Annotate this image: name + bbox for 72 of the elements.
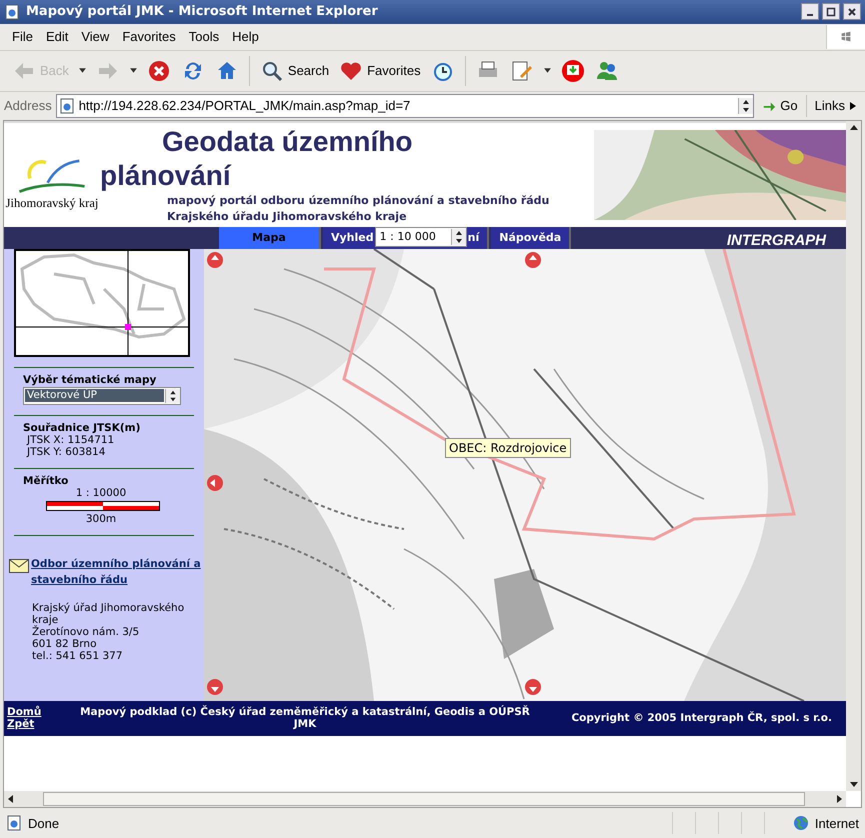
chevron-icon xyxy=(849,100,857,111)
department-link[interactable]: Odbor územního plánování a stavebního řádu xyxy=(31,556,202,588)
menu-item[interactable]: Edit xyxy=(46,29,68,44)
coordinate-x: JTSK X: 1154711 xyxy=(26,434,116,446)
nav-tab[interactable]: Vyhled 1 : 10 000 ní xyxy=(323,226,490,249)
scale-dropdown[interactable]: 1 : 10 000 xyxy=(374,226,467,247)
copyright-text: Copyright © 2005 Intergraph ČR, spol. s r.o. xyxy=(571,712,833,724)
pan-button[interactable] xyxy=(525,678,541,695)
stop-icon xyxy=(146,58,171,83)
pan-button[interactable] xyxy=(525,252,541,268)
overview-map[interactable] xyxy=(14,248,190,357)
left-arrow-icon[interactable] xyxy=(6,794,16,804)
maximize-icon xyxy=(826,6,836,17)
spinner-icon[interactable] xyxy=(165,388,180,403)
logo-text: Jihomoravský kraj xyxy=(6,196,98,211)
minimize-button[interactable] xyxy=(801,3,819,20)
page-icon xyxy=(6,815,22,832)
menu-item[interactable]: View xyxy=(81,29,110,44)
right-arrow-icon[interactable] xyxy=(834,794,844,804)
page-subtitle: mapový portál odboru územního plánování a stavebního řádu Krajského úřadu Jihomoravského kraje xyxy=(166,192,550,225)
go-button[interactable]: Go xyxy=(758,96,802,116)
download-icon xyxy=(560,58,585,83)
contact-address: Krajský úřad Jihomoravského kraje Žerotínovo nám. 3/5 601 82 Brno tel.: 541 651 377 xyxy=(31,600,186,662)
page-icon xyxy=(4,4,20,20)
close-button[interactable] xyxy=(843,3,861,20)
vertical-scrollbar[interactable] xyxy=(846,120,861,792)
brand-logo: INTERGRAPH xyxy=(726,232,828,249)
globe-icon xyxy=(792,815,809,832)
links-button[interactable]: Links xyxy=(810,96,861,116)
envelope-icon xyxy=(9,558,29,573)
horizontal-scrollbar[interactable] xyxy=(4,791,846,808)
map-credit: Mapový podklad (c) Český úřad zeměměřický a katastrální, Geodis a OÚPSŘ JMK xyxy=(79,706,531,730)
map-tooltip: OBEC: Rozdrojovice xyxy=(445,438,571,458)
scale-ratio: 1 : 10000 xyxy=(74,486,128,499)
windows-logo-icon xyxy=(839,30,853,44)
coordinates-heading: Souřadnice JTSK(m) xyxy=(23,422,142,434)
footer-link[interactable]: Zpět xyxy=(7,718,75,730)
scale-length: 300m xyxy=(84,512,118,525)
favorites-button[interactable]: Favorites xyxy=(335,56,425,86)
menu-item[interactable]: Favorites xyxy=(122,29,176,44)
footer-link[interactable]: Domů xyxy=(7,706,75,718)
address-field[interactable]: http://194.228.62.234/PORTAL_JMK/main.asp?map_id=7 xyxy=(56,94,754,118)
menu-item[interactable]: File xyxy=(12,29,33,44)
notepad-icon xyxy=(510,58,534,83)
pan-button[interactable] xyxy=(207,252,223,268)
down-arrow-icon[interactable] xyxy=(848,779,858,790)
pan-button[interactable] xyxy=(207,678,223,695)
spinner-icon[interactable] xyxy=(450,228,466,245)
up-arrow-icon[interactable] xyxy=(848,122,858,133)
window-title: Mapový portál JMK - Microsoft Internet Explorer xyxy=(26,4,379,20)
close-icon xyxy=(847,6,857,17)
dropdown-arrow-icon[interactable] xyxy=(542,67,552,74)
maximize-button[interactable] xyxy=(822,3,840,20)
menu-item[interactable]: Help xyxy=(232,29,259,44)
status-text: Done xyxy=(28,816,60,831)
theme-select[interactable]: Vektorové ÚP xyxy=(23,386,181,405)
address-label: Address xyxy=(4,98,52,114)
security-zone: Internet xyxy=(814,816,859,831)
dropdown-arrow-icon[interactable] xyxy=(78,67,87,74)
menu-item[interactable]: Tools xyxy=(188,29,220,44)
page-icon xyxy=(58,98,75,114)
minimize-icon xyxy=(807,14,813,16)
dropdown-arrow-icon[interactable] xyxy=(128,67,138,74)
coordinate-y: JTSK Y: 603814 xyxy=(26,446,106,458)
nav-tab[interactable]: Nápověda xyxy=(491,226,572,249)
search-button[interactable]: Search xyxy=(256,56,334,86)
spinner-icon[interactable] xyxy=(738,98,754,114)
page-title: Geodata územního plánování xyxy=(100,124,414,193)
scale-heading: Měřítko xyxy=(23,474,70,487)
theme-label: Výběr tématické mapy xyxy=(23,374,158,386)
nav-tab[interactable]: Mapa xyxy=(219,226,321,249)
pan-button[interactable] xyxy=(207,474,223,491)
